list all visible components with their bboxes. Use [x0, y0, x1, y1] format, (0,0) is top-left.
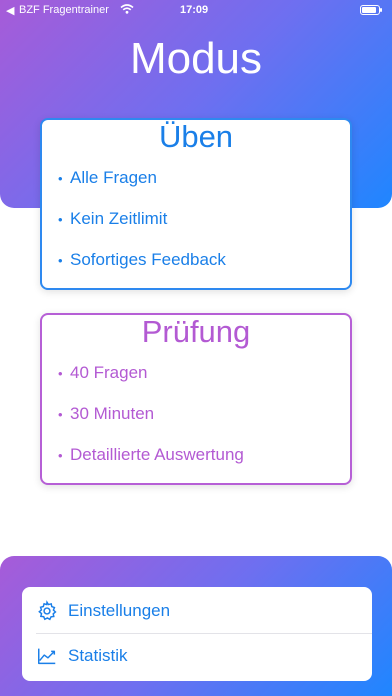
mode-title: Üben — [158, 119, 234, 154]
feature-item: • 30 Minuten — [58, 404, 350, 445]
feature-item: • Sofortiges Feedback — [58, 250, 350, 291]
bullet-icon: • — [58, 366, 63, 381]
back-to-app-icon[interactable]: ◀ — [6, 4, 14, 17]
feature-list: • 40 Fragen • 30 Minuten • Detaillierte Aus… — [42, 363, 350, 486]
status-bar: ◀ BZF Fragentrainer 17:09 — [0, 0, 392, 22]
back-to-app-label[interactable]: BZF Fragentrainer — [19, 4, 109, 16]
feature-label: 40 Fragen — [70, 363, 148, 382]
feature-item: • Detaillierte Auswertung — [58, 445, 350, 486]
bullet-icon: • — [58, 212, 63, 227]
menu-card: Einstellungen Statistik — [22, 587, 372, 681]
mode-card-practice[interactable]: Üben • Alle Fragen • Kein Zeitlimit • Sofor… — [40, 118, 352, 290]
feature-label: Sofortiges Feedback — [70, 250, 226, 269]
settings-button[interactable]: Einstellungen — [22, 589, 372, 633]
chart-icon — [38, 648, 56, 665]
statistics-button[interactable]: Statistik — [22, 634, 372, 678]
feature-label: Alle Fragen — [70, 168, 157, 187]
bullet-icon: • — [58, 448, 63, 463]
bullet-icon: • — [58, 253, 63, 268]
feature-label: Kein Zeitlimit — [70, 209, 168, 228]
feature-item: • Kein Zeitlimit — [58, 209, 350, 250]
mode-title: Prüfung — [141, 314, 251, 349]
gear-icon — [38, 600, 57, 621]
feature-item: • Alle Fragen — [58, 168, 350, 209]
bullet-icon: • — [58, 171, 63, 186]
feature-label: Detaillierte Auswertung — [70, 445, 244, 464]
page-title: Modus — [129, 34, 263, 83]
mode-card-exam[interactable]: Prüfung • 40 Fragen • 30 Minuten • Detailli… — [40, 313, 352, 485]
wifi-icon — [120, 4, 134, 14]
clock: 17:09 — [180, 4, 209, 16]
settings-label: Einstellungen — [68, 601, 171, 620]
feature-item: • 40 Fragen — [58, 363, 350, 404]
bullet-icon: • — [58, 407, 63, 422]
app-screen: ◀ BZF Fragentrainer 17:09 Modus Üben • Al… — [0, 0, 392, 696]
feature-label: 30 Minuten — [70, 404, 155, 423]
battery-icon — [360, 5, 382, 15]
statistics-label: Statistik — [68, 646, 128, 665]
feature-list: • Alle Fragen • Kein Zeitlimit • Sofortiges… — [42, 168, 350, 291]
